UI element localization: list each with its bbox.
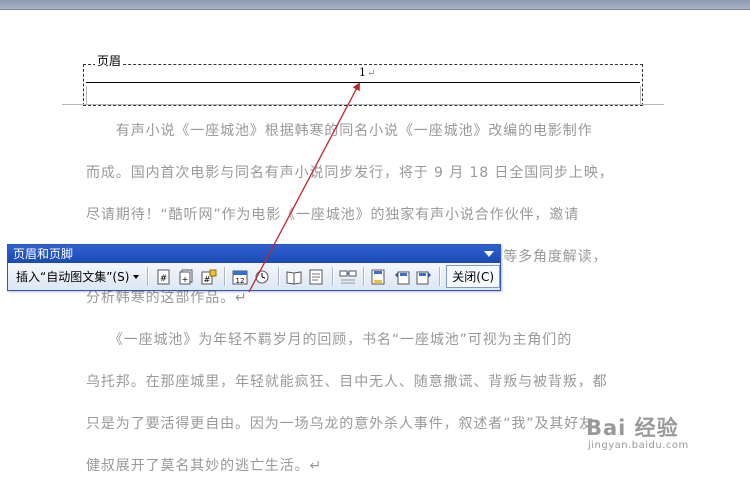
header-border-line	[86, 82, 640, 83]
svg-text:+: +	[182, 275, 189, 284]
insert-date-button[interactable]: 12	[231, 267, 249, 287]
show-next-button[interactable]	[415, 267, 433, 287]
page-setup-icon	[286, 270, 302, 285]
toolbar-title: 页眉和页脚	[13, 247, 74, 261]
watermark-url: jingyan.baidu.com	[588, 440, 689, 451]
body-text-line: 只是为了要活得更自由。因为一场乌龙的意外杀人事件，叙述者“我”及其好友	[86, 416, 595, 432]
toolbar-options-dropdown-icon[interactable]	[484, 251, 494, 257]
same-as-previous-button[interactable]	[339, 267, 357, 287]
body-text-line: 而成。国内首次电影与同名有声小说同步发行，将于 9 月 18 日全国同步上映，	[86, 165, 614, 181]
insert-time-button[interactable]	[253, 267, 271, 287]
svg-text:#: #	[159, 274, 167, 284]
toolbar-title-bar[interactable]: 页眉和页脚	[8, 245, 500, 263]
show-next-icon	[416, 271, 432, 284]
toolbar-separator	[362, 267, 364, 286]
format-page-number-icon: #	[201, 269, 217, 284]
window-top-band	[0, 0, 750, 10]
switch-header-footer-button[interactable]	[370, 267, 388, 287]
toolbar-separator	[147, 267, 149, 286]
body-text-line: 健叔展开了莫名其妙的逃亡生活。↵	[86, 458, 323, 474]
toolbar-separator	[439, 267, 441, 286]
page-number-value: 1	[359, 66, 366, 79]
watermark-logo-text: Bai 经验	[586, 416, 679, 440]
insert-autotext-button[interactable]: 插入“自动图文集”(S)	[12, 268, 143, 285]
toolbar-separator	[223, 267, 225, 286]
body-text-line: 乌托邦。在那座城里，年轻就能疯狂、目中无人、随意撒谎、背叛与被背叛，都	[86, 374, 608, 390]
show-document-text-icon	[309, 269, 323, 284]
chevron-down-icon	[133, 274, 140, 279]
paragraph-mark-icon: ↵	[367, 68, 376, 79]
show-previous-icon	[394, 271, 410, 284]
body-text-line: 有声小说《一座城池》根据韩寒的同名小说《一座城池》改编的电影制作	[86, 123, 593, 139]
header-area-label: 页眉	[95, 52, 124, 69]
format-page-number-button[interactable]: #	[199, 267, 217, 287]
insert-page-count-icon: +	[179, 269, 193, 284]
body-text-line: 尽请期待！“酷听网”作为电影《一座城池》的独家有声小说合作伙伴，邀请	[86, 207, 580, 223]
close-toolbar-button[interactable]: 关闭(C)	[446, 265, 501, 288]
insert-page-number-icon: #	[157, 269, 170, 284]
text-margin-guide	[62, 104, 664, 105]
toolbar-separator	[331, 267, 333, 286]
insert-page-count-button[interactable]: +	[177, 267, 195, 287]
svg-text:12: 12	[235, 277, 244, 285]
switch-header-footer-icon	[371, 269, 385, 284]
insert-date-icon: 12	[232, 270, 248, 285]
page-setup-button[interactable]	[285, 267, 303, 287]
header-page-number[interactable]: 1↵	[359, 66, 375, 79]
baidu-jingyan-watermark: Bai 经验 jingyan.baidu.com	[586, 412, 689, 451]
same-as-previous-icon	[339, 270, 357, 283]
show-document-text-button[interactable]	[307, 267, 325, 287]
show-previous-button[interactable]	[392, 267, 410, 287]
margin-corner-left	[86, 86, 87, 104]
toolbar-separator	[277, 267, 279, 286]
toolbar-buttons: 插入“自动图文集”(S) # + # 12 关闭(C)	[8, 263, 501, 290]
margin-corner-right	[640, 86, 641, 104]
header-footer-toolbar[interactable]: 页眉和页脚 插入“自动图文集”(S) # + # 12 关闭(C)	[7, 244, 501, 291]
body-text-line: 《一座城池》为年轻不羁岁月的回顾，书名“一座城池”可视为主角们的	[86, 332, 573, 348]
insert-autotext-label: 插入“自动图文集”(S)	[16, 270, 130, 284]
insert-page-number-button[interactable]: #	[154, 267, 172, 287]
insert-time-icon	[255, 270, 269, 283]
